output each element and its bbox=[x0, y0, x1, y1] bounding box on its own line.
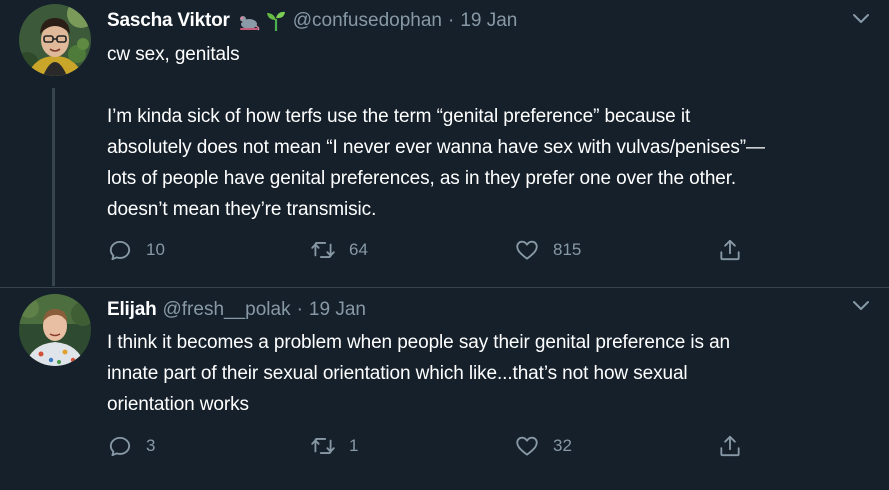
reply-count: 10 bbox=[146, 240, 165, 259]
tweet-actions: 10 64 815 bbox=[107, 235, 767, 265]
tweet[interactable]: Elijah @fresh__polak · 19 Jan I think it… bbox=[0, 287, 889, 490]
tweet-text-line: cw sex, genitals bbox=[107, 44, 240, 65]
chevron-down-icon[interactable] bbox=[850, 8, 872, 30]
thread-line bbox=[52, 88, 55, 286]
tweet-text-line: innate part of their sexual orientation … bbox=[107, 363, 688, 384]
tweet-text-line: orientation works bbox=[107, 394, 249, 415]
tweet-header: Elijah @fresh__polak · 19 Jan bbox=[107, 298, 366, 322]
avatar[interactable] bbox=[19, 294, 91, 366]
tweet-text-line: absolutely does not mean “I never ever w… bbox=[107, 137, 765, 158]
like-count: 815 bbox=[553, 240, 582, 259]
reply-icon bbox=[109, 436, 131, 457]
chevron-down-icon[interactable] bbox=[850, 295, 872, 317]
retweet-count: 1 bbox=[349, 436, 359, 455]
share-button[interactable] bbox=[717, 235, 743, 265]
retweet-button[interactable]: 1 bbox=[310, 431, 358, 461]
tweet-actions: 3 1 32 bbox=[107, 431, 767, 461]
retweet-button[interactable]: 64 bbox=[310, 235, 368, 265]
retweet-count: 64 bbox=[349, 240, 368, 259]
reply-count: 3 bbox=[146, 436, 156, 455]
tweet-date[interactable]: 19 Jan bbox=[460, 10, 517, 32]
tweet-text: I think it becomes a problem when people… bbox=[107, 327, 877, 420]
tweet-text-line: I’m kinda sick of how terfs use the term… bbox=[107, 106, 691, 127]
separator-dot: · bbox=[447, 10, 455, 31]
tweet[interactable]: Sascha Viktor @confusedophan · 19 Jan cw… bbox=[0, 0, 889, 287]
author-name[interactable]: Sascha Viktor bbox=[107, 10, 230, 32]
heart-icon bbox=[516, 240, 538, 260]
author-handle[interactable]: @fresh__polak bbox=[162, 299, 290, 321]
retweet-icon bbox=[311, 438, 335, 454]
separator-dot: · bbox=[296, 299, 303, 320]
rat-emoji-icon bbox=[238, 11, 260, 31]
tweet-header: Sascha Viktor @confusedophan · 19 Jan bbox=[107, 9, 517, 33]
tweet-text-line: doesn’t mean they’re transmisic. bbox=[107, 199, 377, 220]
seedling-emoji-icon bbox=[265, 11, 287, 31]
retweet-icon bbox=[311, 242, 335, 258]
paragraph-break bbox=[107, 70, 877, 101]
reply-icon bbox=[109, 240, 131, 261]
like-count: 32 bbox=[553, 436, 572, 455]
like-button[interactable]: 815 bbox=[514, 235, 581, 265]
avatar[interactable] bbox=[19, 4, 91, 76]
heart-icon bbox=[516, 436, 538, 456]
author-name[interactable]: Elijah bbox=[107, 299, 157, 321]
tweet-text-line: I think it becomes a problem when people… bbox=[107, 332, 731, 353]
tweet-text: cw sex, genitals I’m kinda sick of how t… bbox=[107, 39, 877, 225]
like-button[interactable]: 32 bbox=[514, 431, 572, 461]
share-icon bbox=[720, 239, 740, 261]
share-button[interactable] bbox=[717, 431, 743, 461]
reply-button[interactable]: 10 bbox=[107, 235, 165, 265]
share-icon bbox=[720, 435, 740, 457]
tweet-date[interactable]: 19 Jan bbox=[309, 299, 366, 321]
tweet-text-line: lots of people have genital preferences,… bbox=[107, 168, 737, 189]
timeline: Sascha Viktor @confusedophan · 19 Jan cw… bbox=[0, 0, 889, 490]
author-handle[interactable]: @confusedophan bbox=[293, 10, 442, 32]
reply-button[interactable]: 3 bbox=[107, 431, 155, 461]
